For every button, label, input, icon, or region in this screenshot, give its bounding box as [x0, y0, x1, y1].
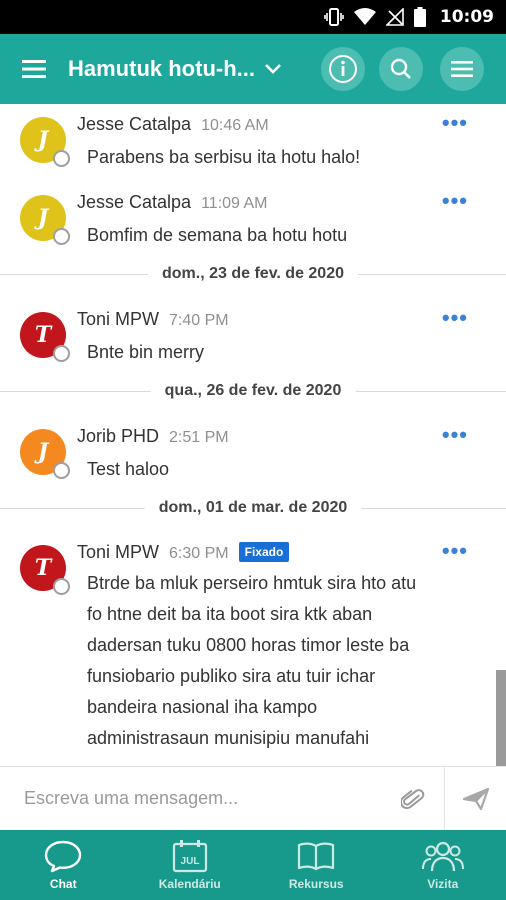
- chevron-down-icon: [265, 64, 281, 74]
- message-author[interactable]: Toni MPW: [77, 542, 159, 563]
- avatar-initial: T: [34, 322, 52, 348]
- drawer-menu-button[interactable]: [0, 34, 68, 104]
- message-author[interactable]: Toni MPW: [77, 309, 159, 330]
- send-button[interactable]: [444, 767, 506, 830]
- message-more-button[interactable]: •••: [442, 307, 468, 329]
- presence-status-icon: [53, 462, 70, 479]
- nav-calendar[interactable]: JUL Kalendáriu: [127, 830, 254, 900]
- info-button[interactable]: [321, 47, 365, 91]
- wifi-icon: [353, 8, 376, 26]
- message-text: Btrde ba mluk perseiro hmtuk sira hto at…: [87, 568, 467, 754]
- avatar[interactable]: T: [20, 312, 70, 362]
- message-more-button[interactable]: •••: [442, 112, 468, 134]
- date-separator-label: dom., 01 de mar. de 2020: [144, 496, 362, 520]
- search-icon: [390, 58, 411, 79]
- hamburger-icon: [22, 60, 46, 78]
- presence-status-icon: [53, 150, 70, 167]
- message-author[interactable]: Jesse Catalpa: [77, 192, 191, 213]
- message-composer: [0, 766, 506, 830]
- message-text: Test haloo: [87, 459, 170, 479]
- message-text-line: administrasaun munisipiu manufahi: [87, 728, 370, 748]
- message-time: 6:30 PM: [169, 545, 229, 562]
- avatar-initial: J: [37, 439, 49, 465]
- nav-resources[interactable]: Rekursus: [253, 830, 380, 900]
- avatar-initial: J: [37, 205, 49, 231]
- avatar[interactable]: T: [20, 545, 70, 595]
- message-text: Bomfim de semana ba hotu hotu: [87, 225, 348, 245]
- date-separator-label: qua., 26 de fev. de 2020: [150, 379, 356, 403]
- avatar[interactable]: J: [20, 429, 70, 479]
- avatar-initial: J: [37, 127, 49, 153]
- menu-icon: [451, 61, 473, 77]
- message-text: Parabens ba serbisu ita hotu halo!: [87, 147, 361, 167]
- message-text: Bnte bin merry: [87, 342, 205, 362]
- message-more-button[interactable]: •••: [442, 190, 468, 212]
- presence-status-icon: [53, 578, 70, 595]
- message-author[interactable]: Jorib PHD: [77, 426, 159, 447]
- people-icon: [421, 839, 465, 873]
- bottom-navigation: Chat JUL Kalendáriu Rekursus Vizita: [0, 830, 506, 900]
- app-header: Hamutuk hotu-h...: [0, 34, 506, 104]
- message-time: 11:09 AM: [201, 195, 268, 212]
- calendar-icon: JUL: [172, 839, 208, 873]
- search-button[interactable]: [379, 47, 423, 91]
- message-time: 10:46 AM: [201, 117, 269, 134]
- avatar-initial: T: [34, 555, 52, 581]
- message-input[interactable]: [0, 767, 444, 830]
- status-bar: 10:09: [0, 0, 506, 34]
- message-text-line: Btrde ba mluk perseiro hmtuk sira hto at…: [87, 573, 417, 593]
- date-separator: dom., 01 de mar. de 2020: [0, 496, 506, 520]
- date-separator-label: dom., 23 de fev. de 2020: [147, 262, 359, 286]
- calendar-icon-text: JUL: [180, 856, 199, 867]
- message-more-button[interactable]: •••: [442, 424, 468, 446]
- no-signal-icon: [385, 8, 404, 26]
- channel-title[interactable]: Hamutuk hotu-h...: [68, 56, 255, 82]
- message-time: 2:51 PM: [169, 429, 229, 446]
- avatar[interactable]: J: [20, 195, 70, 245]
- book-icon: [296, 839, 336, 873]
- vibrate-icon: [324, 7, 344, 27]
- nav-label: Kalendáriu: [158, 877, 221, 891]
- presence-status-icon: [53, 345, 70, 362]
- nav-visits[interactable]: Vizita: [380, 830, 506, 900]
- message-text-line: funsiobario publiko sira atu tuir ichar: [87, 666, 376, 686]
- channel-dropdown-button[interactable]: [255, 34, 291, 104]
- pinned-badge: Fixado: [238, 542, 290, 562]
- presence-status-icon: [53, 228, 70, 245]
- options-menu-button[interactable]: [440, 47, 484, 91]
- chat-bubble-icon: [43, 839, 83, 873]
- message-time: 7:40 PM: [169, 312, 229, 329]
- info-icon: [329, 55, 357, 83]
- message-text-line: bandeira nasional iha kampo: [87, 697, 318, 717]
- nav-label: Vizita: [427, 877, 459, 891]
- avatar[interactable]: J: [20, 117, 70, 167]
- status-time: 10:09: [439, 7, 494, 27]
- nav-chat[interactable]: Chat: [0, 830, 127, 900]
- battery-icon: [413, 7, 426, 27]
- message-text-line: fo htne deit ba ita boot sira ktk aban: [87, 604, 373, 624]
- date-separator: dom., 23 de fev. de 2020: [0, 262, 506, 286]
- message-more-button[interactable]: •••: [442, 540, 468, 562]
- nav-label: Chat: [49, 877, 77, 891]
- message-list[interactable]: J Jesse Catalpa 10:46 AM ••• Parabens ba…: [0, 104, 506, 766]
- nav-label: Rekursus: [288, 877, 344, 891]
- message-text-line: dadersan tuku 0800 horas timor leste ba: [87, 635, 410, 655]
- attach-button[interactable]: [398, 785, 428, 815]
- date-separator: qua., 26 de fev. de 2020: [0, 379, 506, 403]
- message-author[interactable]: Jesse Catalpa: [77, 114, 191, 135]
- send-icon: [462, 787, 489, 810]
- scrollbar[interactable]: [496, 670, 506, 766]
- paperclip-icon: [401, 789, 425, 810]
